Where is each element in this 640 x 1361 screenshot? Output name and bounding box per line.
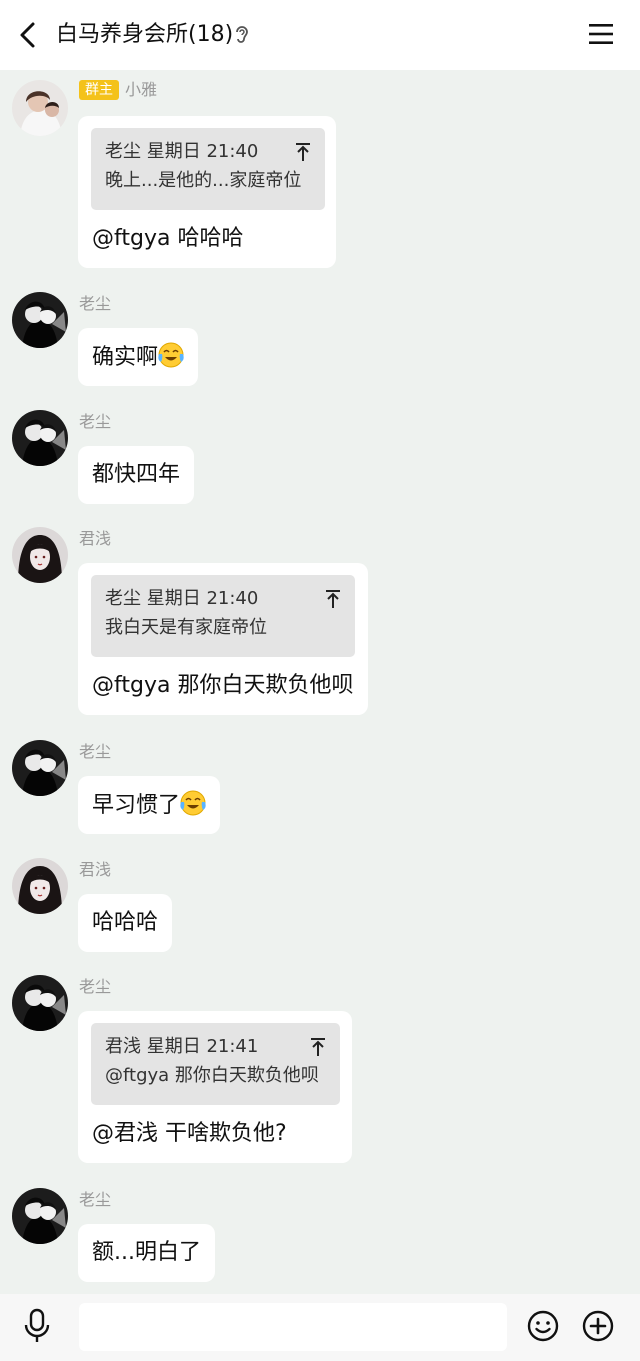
- chevron-left-icon[interactable]: [14, 20, 42, 50]
- avatar[interactable]: [12, 1188, 68, 1244]
- sender-name: 老尘: [79, 742, 112, 761]
- sender-name: 君浅: [79, 860, 112, 879]
- message-bubble[interactable]: 确实啊: [78, 328, 199, 386]
- sender-name: 老尘: [79, 1190, 112, 1209]
- message-bubble[interactable]: 都快四年: [78, 446, 195, 504]
- quote-header: 老尘 星期日 21:40: [105, 588, 259, 609]
- avatar[interactable]: [12, 975, 68, 1031]
- ear-icon: [236, 26, 248, 43]
- owner-badge: 群主: [79, 80, 119, 100]
- quote-header: 君浅 星期日 21:41: [105, 1036, 259, 1057]
- avatar[interactable]: [12, 410, 68, 466]
- message-text: @ftgya 那你白天欺负他呗: [92, 673, 354, 698]
- jump-to-original-icon[interactable]: [295, 142, 311, 162]
- message-text: 都快四年: [92, 462, 181, 487]
- sender-name: 君浅: [79, 529, 112, 548]
- message-text: @ftgya 哈哈哈: [92, 226, 244, 251]
- plus-circle-icon[interactable]: [582, 1310, 614, 1342]
- avatar[interactable]: [12, 858, 68, 914]
- jump-to-original-icon[interactable]: [325, 589, 341, 609]
- input-bar: [0, 1294, 640, 1361]
- message-bubble[interactable]: 老尘 星期日 21:40 晚上...是他的...家庭帝位 @ftgya 哈哈哈: [78, 116, 336, 268]
- microphone-icon[interactable]: [22, 1308, 52, 1344]
- message-bubble[interactable]: 老尘 星期日 21:40 我白天是有家庭帝位 @ftgya 那你白天欺负他呗: [78, 563, 368, 715]
- message-text: 早习惯了: [92, 793, 181, 818]
- chat-header: 白马养身会所(18): [0, 0, 640, 70]
- message-bubble[interactable]: 哈哈哈: [78, 894, 173, 952]
- avatar[interactable]: [12, 80, 68, 136]
- message-input[interactable]: [79, 1303, 507, 1351]
- crying-laughing-emoji-icon: [180, 790, 206, 816]
- message-text: @君浅 干啥欺负他?: [92, 1121, 287, 1146]
- group-title: 白马养身会所(18): [56, 22, 234, 47]
- avatar[interactable]: [12, 527, 68, 583]
- avatar[interactable]: [12, 292, 68, 348]
- message-text: 哈哈哈: [92, 910, 159, 935]
- avatar[interactable]: [12, 740, 68, 796]
- quote-text: 晚上...是他的...家庭帝位: [105, 170, 302, 191]
- quoted-message[interactable]: 君浅 星期日 21:41 @ftgya 那你白天欺负他呗: [91, 1023, 340, 1105]
- message-bubble[interactable]: 君浅 星期日 21:41 @ftgya 那你白天欺负他呗 @君浅 干啥欺负他?: [78, 1011, 352, 1163]
- message-bubble[interactable]: 额...明白了: [78, 1224, 215, 1282]
- quoted-message[interactable]: 老尘 星期日 21:40 晚上...是他的...家庭帝位: [91, 128, 325, 210]
- crying-laughing-emoji-icon: [158, 342, 184, 368]
- sender-name: 小雅: [125, 80, 158, 99]
- message-bubble[interactable]: 早习惯了: [78, 776, 221, 834]
- smiley-icon[interactable]: [527, 1310, 559, 1342]
- quote-text: 我白天是有家庭帝位: [105, 617, 267, 638]
- jump-to-original-icon[interactable]: [310, 1037, 326, 1057]
- quote-header: 老尘 星期日 21:40: [105, 141, 259, 162]
- quote-text: @ftgya 那你白天欺负他呗: [105, 1065, 319, 1086]
- quoted-message[interactable]: 老尘 星期日 21:40 我白天是有家庭帝位: [91, 575, 355, 657]
- menu-icon[interactable]: [588, 22, 614, 46]
- sender-name: 老尘: [79, 977, 112, 996]
- message-text: 额...明白了: [92, 1240, 201, 1265]
- sender-name: 老尘: [79, 412, 112, 431]
- message-text: 确实啊: [92, 345, 159, 370]
- sender-name: 老尘: [79, 294, 112, 313]
